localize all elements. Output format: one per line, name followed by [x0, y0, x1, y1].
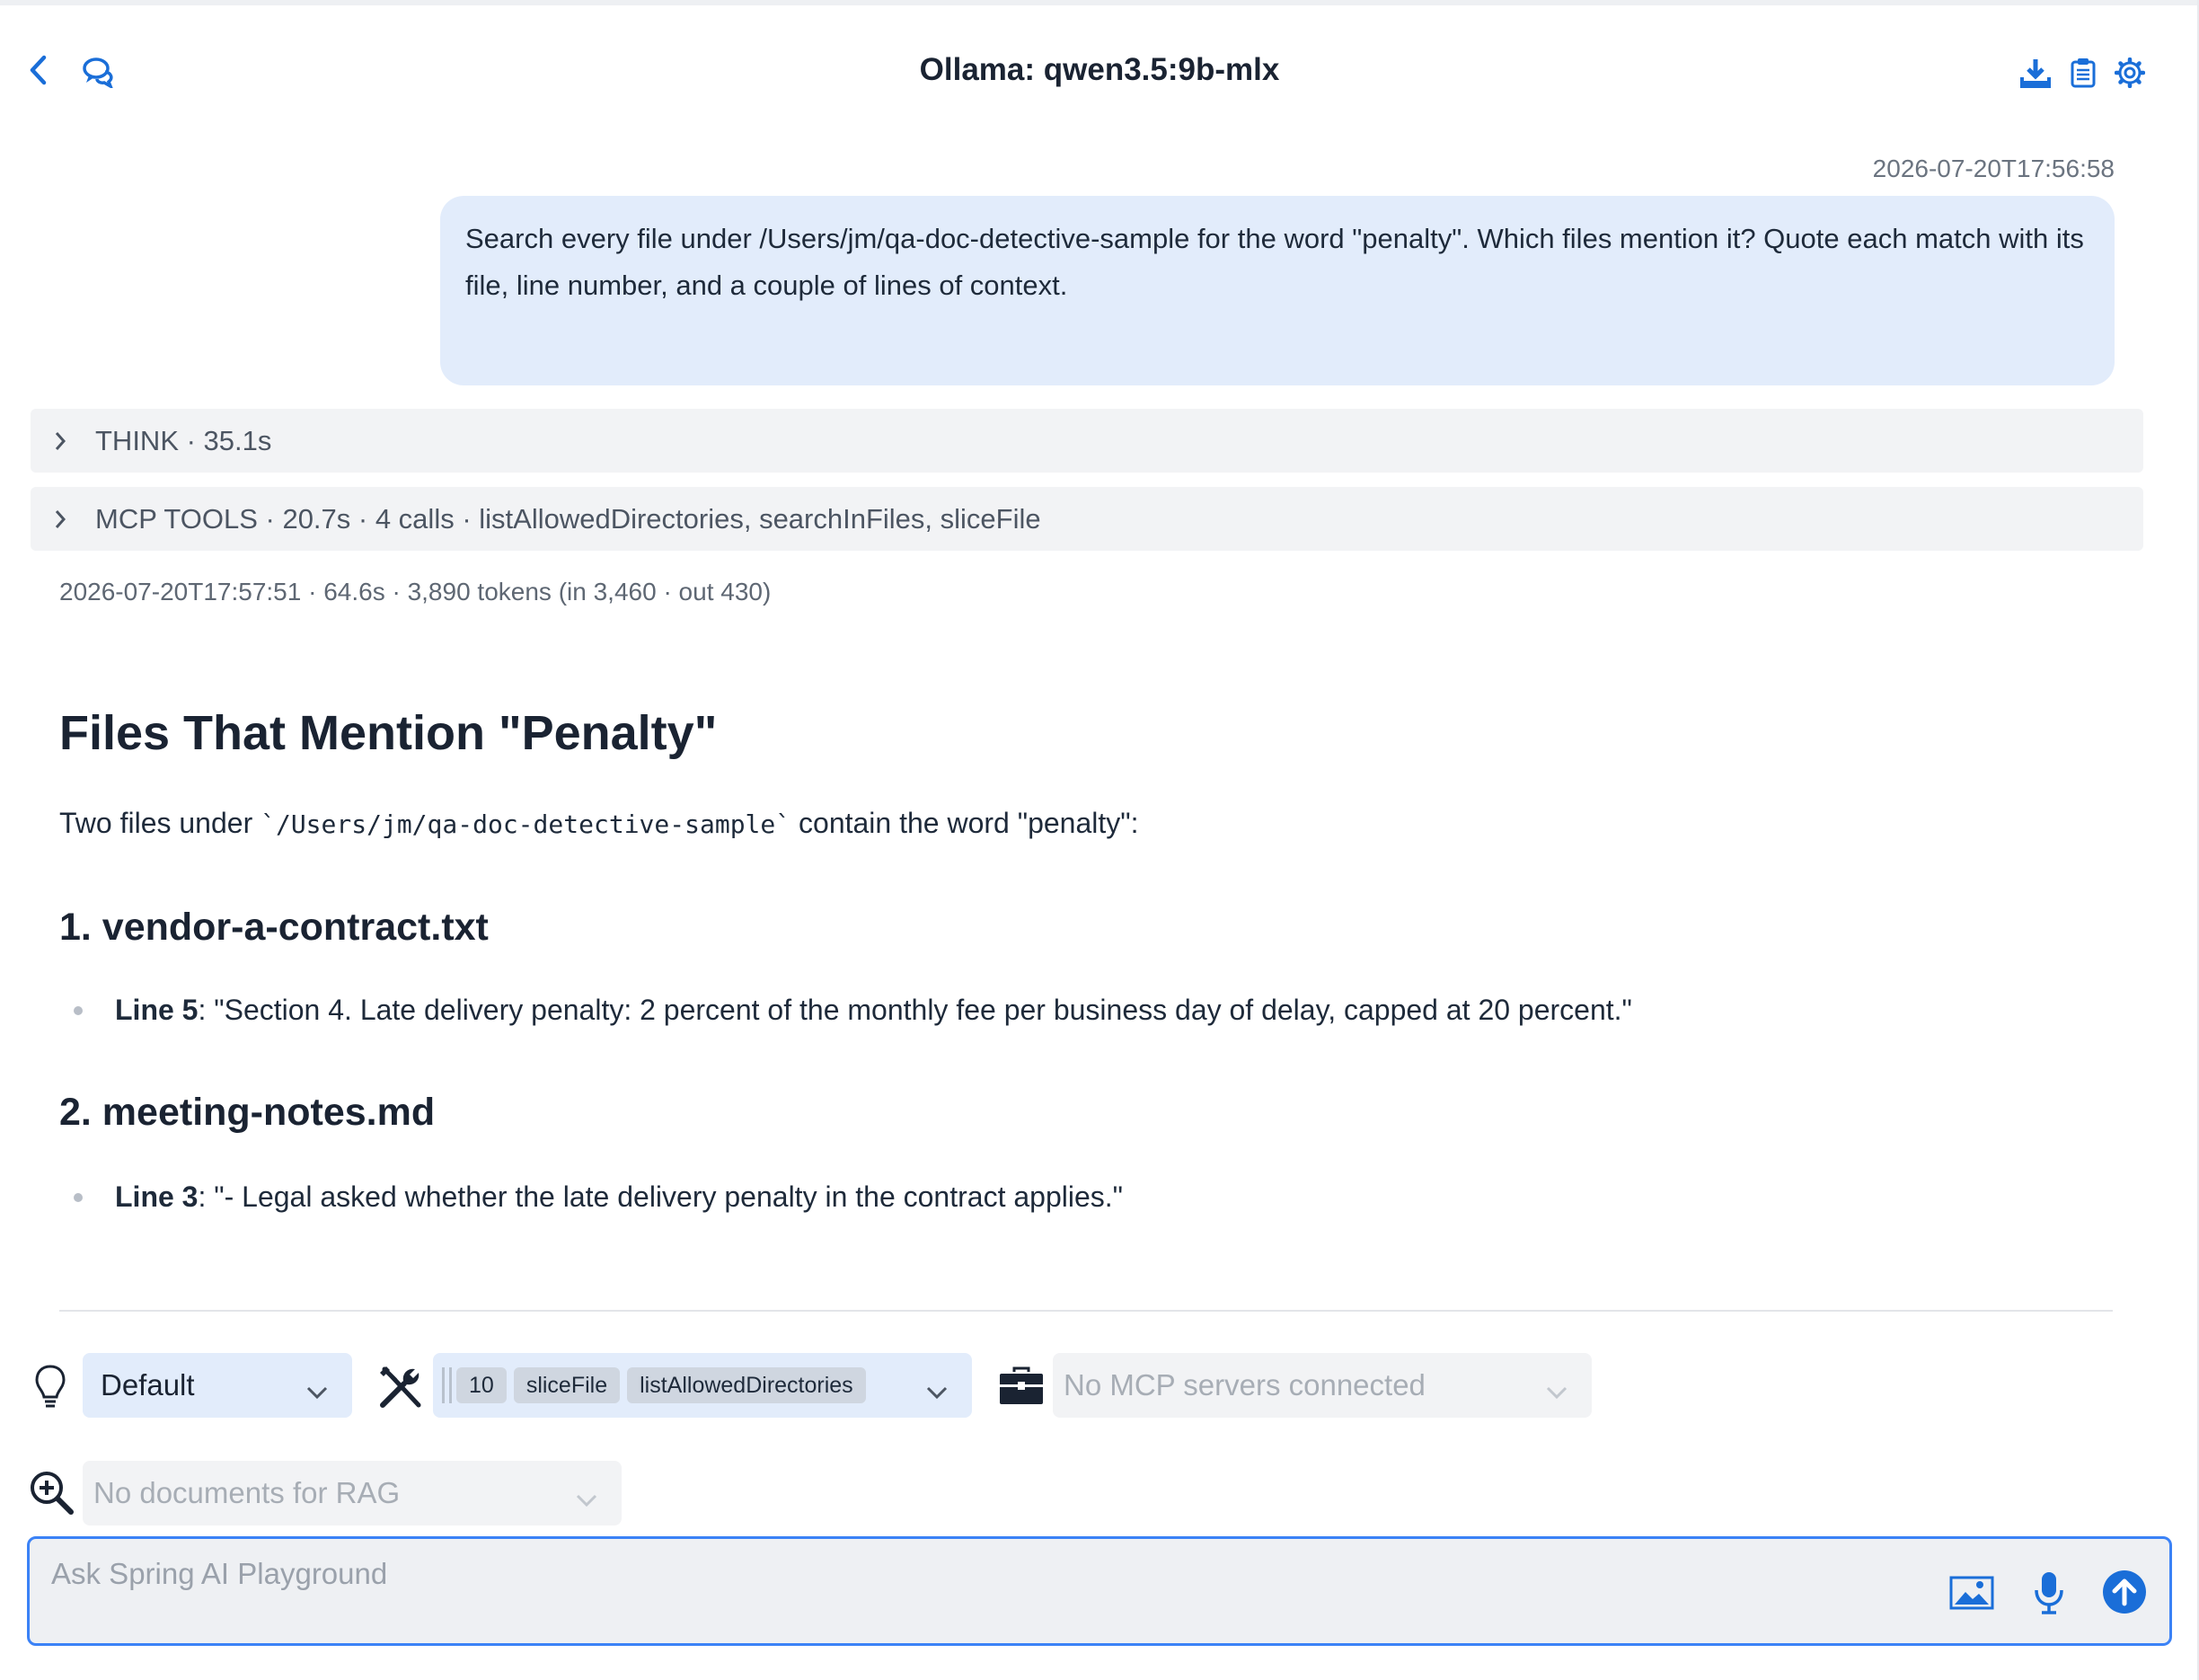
- quote-text: : "- Legal asked whether the late delive…: [198, 1180, 1123, 1213]
- chat-input[interactable]: Ask Spring AI Playground: [27, 1536, 2172, 1646]
- line-label: Line 5: [115, 994, 199, 1026]
- tools-icon: [375, 1362, 426, 1412]
- chevron-down-icon: [1545, 1375, 1568, 1409]
- microphone-icon[interactable]: [2031, 1569, 2067, 1616]
- mcp-server-select[interactable]: No MCP servers connected: [1053, 1353, 1592, 1418]
- quote-text: : "Section 4. Late delivery penalty: 2 p…: [198, 994, 1632, 1026]
- list-item: Line 5: "Section 4. Late delivery penalt…: [74, 994, 1632, 1027]
- chip-separator: [442, 1367, 445, 1403]
- user-message-timestamp: 2026-07-20T17:56:58: [1872, 155, 2115, 182]
- answer-intro: Two files under `/Users/jm/qa-doc-detect…: [59, 807, 1139, 840]
- header-bar: Ollama: qwen3.5:9b-mlx: [0, 5, 2199, 131]
- divider: [59, 1310, 2113, 1312]
- response-meta: 2026-07-20T17:57:51 · 64.6s · 3,890 toke…: [59, 578, 772, 606]
- chat-input-placeholder: Ask Spring AI Playground: [51, 1557, 388, 1590]
- answer-heading: Files That Mention "Penalty": [59, 706, 718, 760]
- page-title: Ollama: qwen3.5:9b-mlx: [919, 52, 1280, 87]
- chevron-right-icon: [54, 430, 75, 452]
- chevron-down-icon: [305, 1375, 329, 1409]
- image-icon[interactable]: [1948, 1575, 1995, 1611]
- lightbulb-icon: [31, 1362, 70, 1412]
- line-label: Line 3: [115, 1180, 199, 1213]
- list-item: Line 3: "- Legal asked whether the late …: [74, 1180, 1123, 1214]
- mcp-tools-label: MCP TOOLS · 20.7s · 4 calls · listAllowe…: [95, 502, 1041, 535]
- tool-chip[interactable]: sliceFile: [513, 1367, 621, 1403]
- file-heading: 1. vendor-a-contract.txt: [59, 906, 489, 949]
- clipboard-icon[interactable]: [2068, 56, 2098, 90]
- file-heading: 2. meeting-notes.md: [59, 1091, 436, 1134]
- toolbox-icon: [997, 1364, 1046, 1409]
- chevron-down-icon: [575, 1482, 598, 1516]
- download-icon[interactable]: [2019, 56, 2052, 90]
- chip-separator: [449, 1367, 452, 1403]
- bullet-dot: [74, 1005, 83, 1015]
- gear-icon[interactable]: [2113, 56, 2147, 90]
- bullet-dot: [74, 1192, 83, 1202]
- tools-select[interactable]: 10 sliceFile listAllowedDirectories: [433, 1353, 972, 1418]
- prompt-select-value: Default: [101, 1368, 195, 1401]
- rag-select-placeholder: No documents for RAG: [93, 1476, 401, 1509]
- zoom-in-icon: [27, 1468, 75, 1516]
- think-section-toggle[interactable]: THINK · 35.1s: [31, 409, 2143, 473]
- think-label: THINK · 35.1s: [95, 424, 272, 456]
- send-icon[interactable]: [2101, 1569, 2148, 1615]
- answer-intro-text: contain the word "penalty":: [790, 807, 1139, 839]
- answer-intro-text: Two files under: [59, 807, 261, 839]
- chevron-right-icon: [54, 508, 75, 530]
- rag-documents-select[interactable]: No documents for RAG: [83, 1461, 622, 1525]
- answer-intro-path: `/Users/jm/qa-doc-detective-sample`: [261, 809, 791, 839]
- prompt-select[interactable]: Default: [83, 1353, 352, 1418]
- user-message-bubble: Search every file under /Users/jm/qa-doc…: [440, 196, 2115, 385]
- tool-chip[interactable]: listAllowedDirectories: [627, 1367, 866, 1403]
- mcp-tools-section-toggle[interactable]: MCP TOOLS · 20.7s · 4 calls · listAllowe…: [31, 487, 2143, 551]
- chevron-down-icon: [925, 1375, 949, 1409]
- mcp-select-placeholder: No MCP servers connected: [1064, 1368, 1426, 1401]
- tools-count-chip: 10: [456, 1367, 507, 1403]
